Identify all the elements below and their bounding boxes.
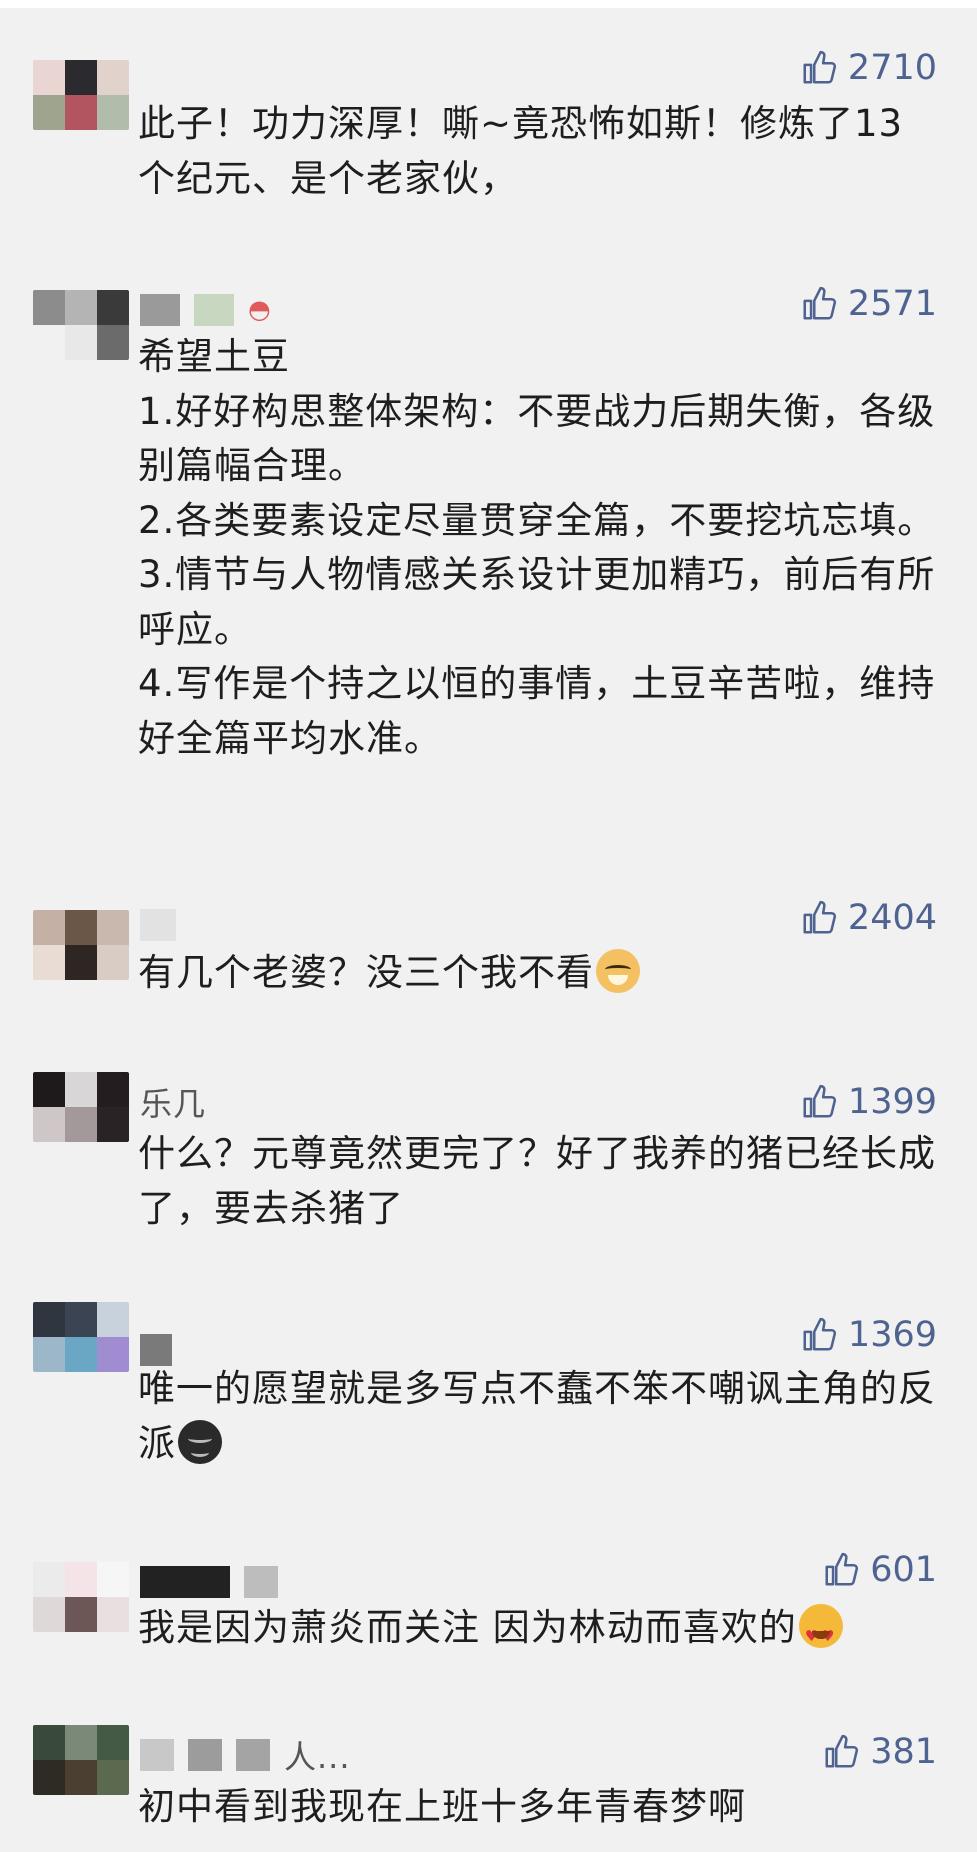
like-count: 1399 [847,1082,937,1122]
avatar[interactable] [33,290,129,360]
like-button[interactable]: 381 [822,1730,937,1774]
avatar[interactable] [33,910,129,980]
avatar[interactable] [33,1302,129,1372]
like-count: 2710 [847,48,937,88]
comment-text: 初中看到我现在上班十多年青春梦啊 [138,1785,746,1828]
username[interactable] [140,1562,278,1602]
username-redacted [140,909,176,941]
like-button[interactable]: 2710 [800,46,937,90]
username-redacted [244,1566,278,1598]
like-button[interactable]: 601 [822,1548,937,1592]
username-text: 人... [284,1738,351,1776]
username[interactable]: 人... [140,1735,351,1776]
thumbs-up-icon [803,50,837,84]
comment-text: 唯一的愿望就是多写点不蠢不笨不嘲讽主角的反派 [138,1367,936,1465]
comment-text: 我是因为萧炎而关注 因为林动而喜欢的 [138,1601,938,1664]
avatar[interactable] [33,1562,129,1632]
username-redacted [140,1566,230,1598]
username[interactable]: ◓ [140,290,271,330]
doge-icon [596,949,640,993]
username-text: 乐几 [140,1085,207,1123]
thumbs-up-icon [803,1084,837,1118]
thumbs-up-icon [803,900,837,934]
dark-face-icon [178,1419,222,1464]
comment-text: 希望土豆 1.好好构思整体架构：不要战力后期失衡，各级别篇幅合理。 2.各类要素… [138,335,936,760]
like-count: 601 [870,1550,937,1590]
comment-text: 什么？元尊竟然更完了？好了我养的猪已经长成了，要去杀猪了 [138,1132,936,1230]
username[interactable] [140,905,176,945]
avatar[interactable] [33,60,129,130]
username-redacted [188,1739,222,1771]
like-count: 2571 [847,284,937,324]
like-button[interactable]: 1369 [800,1313,937,1357]
top-strip [0,0,977,8]
avatar[interactable] [33,1072,129,1142]
thumbs-up-icon [825,1734,859,1768]
like-button[interactable]: 1399 [800,1080,937,1124]
username-redacted [140,1739,174,1771]
like-count: 1369 [847,1315,937,1355]
like-button[interactable]: 2571 [800,282,937,326]
username-redacted [236,1739,270,1771]
comment-text: 有几个老婆？没三个我不看 [138,946,938,1001]
thumbs-up-icon [803,1317,837,1351]
username-redacted [194,294,234,326]
heart-eyes-icon [798,1604,843,1664]
username[interactable]: 乐几 [140,1082,207,1123]
like-button[interactable]: 2404 [800,896,937,940]
like-count: 2404 [847,898,937,938]
username-redacted [140,294,180,326]
thumbs-up-icon [803,286,837,320]
thumbs-up-icon [825,1552,859,1586]
watermelon-icon: ◓ [248,295,271,325]
comment-text: 此子！功力深厚！嘶~竟恐怖如斯！修炼了13个纪元、是个老家伙， [138,102,904,200]
like-count: 381 [870,1732,937,1772]
avatar[interactable] [33,1725,129,1795]
